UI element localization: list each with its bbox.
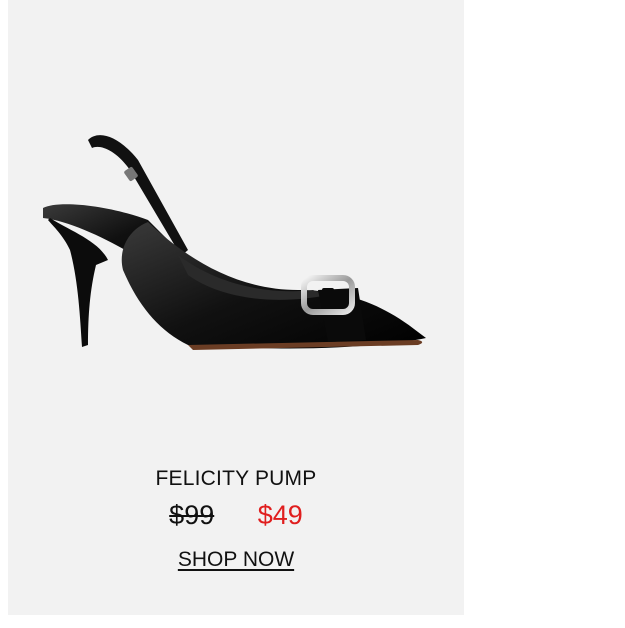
product-card[interactable]: FELICITY PUMP $99 $49 SHOP NOW xyxy=(8,0,464,615)
price-row: $99 $49 xyxy=(8,500,464,531)
product-image[interactable] xyxy=(38,100,448,390)
shop-now-label[interactable]: SHOP NOW xyxy=(178,548,294,571)
product-name: FELICITY PUMP xyxy=(155,467,317,490)
original-price: $99 xyxy=(169,500,215,530)
sale-price: $49 xyxy=(257,500,303,530)
shop-now-link[interactable]: SHOP NOW xyxy=(8,548,464,572)
product-promo-page: FELICITY PUMP $99 $49 SHOP NOW xyxy=(0,0,625,628)
